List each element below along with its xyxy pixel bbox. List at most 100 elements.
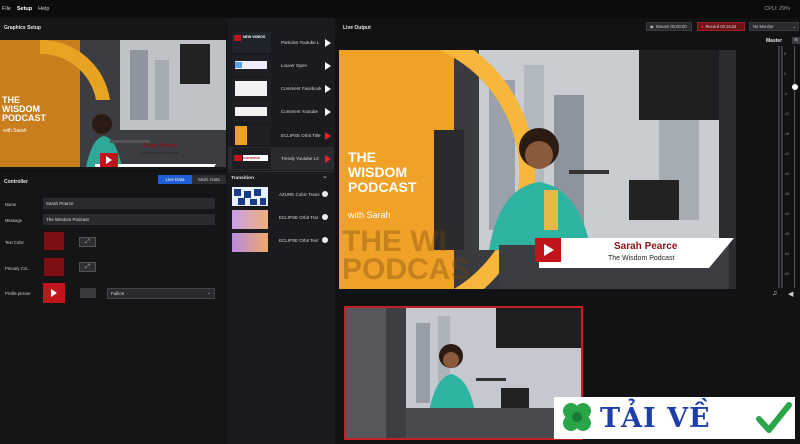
watermark-text: TẢI VỀ xyxy=(600,403,711,434)
chevron-down-icon: ⌄ xyxy=(792,24,796,29)
chevron-down-icon[interactable]: ⌄ xyxy=(322,172,328,180)
transition-label: AZURE Cubic Trans xyxy=(279,192,320,197)
main-lower-third-show: The Wisdom Podcast xyxy=(608,255,675,262)
main-lower-third-name: Sarah Pearce xyxy=(614,241,678,252)
profile-picture-label: Profile picture xyxy=(5,291,31,296)
meter-scale-label: -12 xyxy=(784,112,790,116)
menu-setup[interactable]: Setup xyxy=(17,6,32,12)
graphics-preview-small: THE WISDOM PODCAST with Sarah Sarah Pear… xyxy=(0,40,226,167)
play-icon[interactable] xyxy=(325,84,331,93)
profile-picture-browse-button[interactable] xyxy=(80,288,96,298)
primary-color-swatch[interactable] xyxy=(43,257,65,277)
checkmark-icon xyxy=(756,402,792,433)
text-color-picker-button[interactable]: ⤢ xyxy=(79,237,96,247)
tab-multi-data[interactable]: Multi. Data xyxy=(192,175,226,184)
primary-color-label: Primary Col... xyxy=(5,266,31,271)
record-label: Record 00:16:24 xyxy=(705,24,737,29)
transition-thumb xyxy=(232,210,268,229)
stream-label: Stream 00:00:00 xyxy=(655,24,687,29)
record-icon: ● xyxy=(701,24,704,29)
play-icon[interactable] xyxy=(325,38,331,47)
transition-label: ECLIPSE Orbit Trar xyxy=(279,215,319,220)
podcast-scene-bottom xyxy=(346,308,581,438)
eyedropper-icon: ⤢ xyxy=(85,263,90,270)
fill-mode-select[interactable]: Fullion ⌄ xyxy=(107,288,215,299)
transition-radio[interactable] xyxy=(322,191,328,197)
play-icon[interactable] xyxy=(325,154,331,163)
record-button[interactable]: ● Record 00:16:24 xyxy=(697,22,745,31)
transition-label: ECLIPSE Orbit Text xyxy=(279,238,319,243)
graphic-item-comment-youtube[interactable]: Comment Youtube xyxy=(228,100,334,123)
meter-scale-label: 0 xyxy=(784,72,786,76)
message-input[interactable]: The Wisdom Podcast xyxy=(43,214,215,225)
master-fader-knob[interactable] xyxy=(792,84,798,90)
graphic-thumb-text: NEW VIDEOS xyxy=(243,35,266,39)
graphic-label: Comment Youtube xyxy=(281,109,319,114)
clover-icon xyxy=(563,403,591,431)
controller-tabs: Live Data Multi. Data xyxy=(158,175,226,184)
meter-scale-label: -24 xyxy=(784,152,790,156)
primary-color-picker-button[interactable]: ⤢ xyxy=(79,262,96,272)
name-label: Name xyxy=(5,202,17,207)
transition-item-azure[interactable]: AZURE Cubic Trans xyxy=(228,185,334,208)
main-ghost-text: THE WI PODCAS xyxy=(342,225,470,285)
stream-button[interactable]: ◉ Stream 00:00:00 xyxy=(646,22,692,31)
live-output-preview: THE WISDOM PODCAST with Sarah THE WI POD… xyxy=(339,50,736,289)
cpu-usage: CPU: 29% xyxy=(764,6,790,12)
meter-scale-label: 6 xyxy=(784,52,786,56)
graphic-label: Comment Facebook xyxy=(281,86,322,91)
fader-track xyxy=(794,46,795,288)
graphic-label: ECLIPSE Orbit Title xyxy=(281,133,321,138)
main-with-text: with Sarah xyxy=(348,210,391,220)
stream-icon: ◉ xyxy=(650,24,654,29)
graphic-label: Louver Open xyxy=(281,63,308,68)
meter-scale-label: -6 xyxy=(784,92,788,96)
main-title-line-2: WISDOM xyxy=(348,164,408,180)
speaker-icon[interactable]: ◀ xyxy=(788,290,793,298)
fill-mode-value: Fullion xyxy=(111,291,125,296)
meter-scale-label: -48 xyxy=(784,232,790,236)
divider xyxy=(228,171,334,172)
meter-scale-label: -54 xyxy=(784,252,790,256)
play-icon[interactable] xyxy=(325,131,331,140)
transition-item-eclipse-text[interactable]: ECLIPSE Orbit Text xyxy=(228,231,334,254)
transition-item-eclipse-orbit[interactable]: ECLIPSE Orbit Trar xyxy=(228,208,334,231)
master-toggle-button[interactable]: ⊞ xyxy=(792,37,800,44)
ghost-line-1: THE WI xyxy=(342,225,447,258)
controller-title: Controller xyxy=(4,179,28,185)
play-icon[interactable] xyxy=(325,107,331,116)
graphic-thumb xyxy=(232,55,271,76)
tab-live-data[interactable]: Live Data xyxy=(158,175,192,184)
graphic-item-trendy-youtube[interactable]: SARTPIECE Trendy Youtube L3 xyxy=(228,147,334,170)
transition-title: Transition xyxy=(231,176,254,181)
text-color-swatch[interactable] xyxy=(43,231,65,251)
small-lower-third-show: The Wisdom Podcast xyxy=(140,150,179,155)
meter-scale-label: -36 xyxy=(784,192,790,196)
small-lower-third-name: Sarah Pearce xyxy=(143,143,178,149)
transition-radio[interactable] xyxy=(322,214,328,220)
play-icon[interactable] xyxy=(325,61,331,70)
profile-picture-button[interactable] xyxy=(43,283,65,303)
small-preview-title: THE WISDOM PODCAST xyxy=(2,96,46,123)
monitor-select[interactable]: No Monitor ⌄ xyxy=(749,22,799,31)
text-color-label: Text Color xyxy=(5,240,24,245)
message-label: Message xyxy=(5,218,22,223)
transition-radio[interactable] xyxy=(322,237,328,243)
live-output-title: Live Output xyxy=(343,25,371,31)
cubes-thumb xyxy=(234,189,266,205)
graphic-thumb xyxy=(232,101,271,122)
menu-file[interactable]: File xyxy=(2,6,11,12)
meter-scale-label: -60 xyxy=(784,272,790,276)
menu-help[interactable]: Help xyxy=(38,6,49,12)
name-input[interactable]: Sarah Pearce xyxy=(43,198,215,209)
meter-scale-label: -42 xyxy=(784,212,790,216)
menu-bar: File Setup Help CPU: 29% xyxy=(0,0,800,18)
graphic-item-louver[interactable]: Louver Open xyxy=(228,54,334,77)
play-icon xyxy=(51,289,57,297)
graphic-item-particles[interactable]: NEW VIDEOS Particles Youtube L xyxy=(228,31,334,54)
eyedropper-icon: ⤢ xyxy=(85,238,90,245)
graphic-item-comment-facebook[interactable]: Comment Facebook xyxy=(228,77,334,100)
headphones-icon[interactable]: ♫ xyxy=(772,290,777,297)
preview-bottom xyxy=(344,306,583,440)
graphic-item-eclipse-title[interactable]: ECLIPSE Orbit Title xyxy=(228,124,334,147)
